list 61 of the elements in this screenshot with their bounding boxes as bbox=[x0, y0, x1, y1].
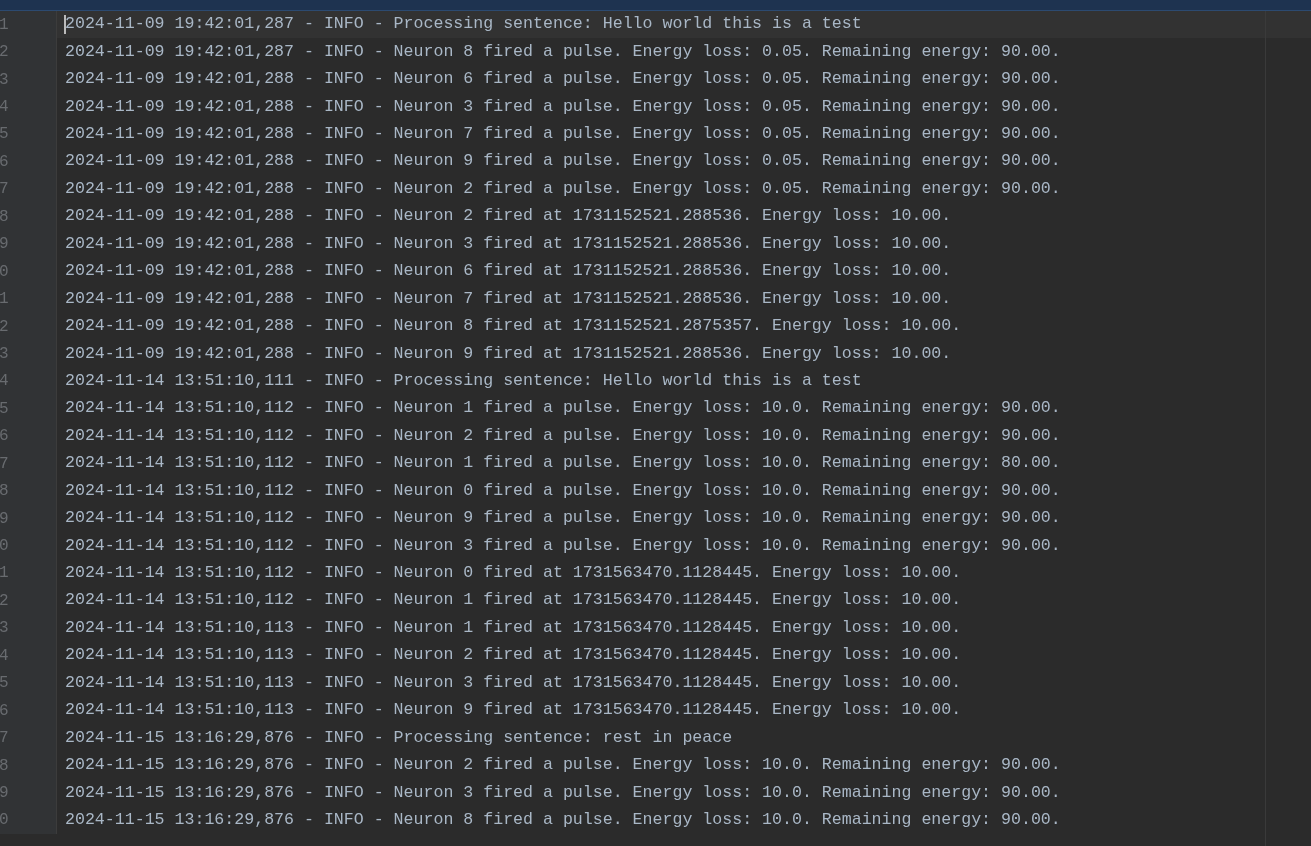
log-line: 2024-11-09 19:42:01,288 - INFO - Neuron 2 fired at 1731152521.288536. Energy loss: 10.00. bbox=[65, 205, 952, 228]
line-number: 5 bbox=[0, 673, 9, 695]
line-number: 9 bbox=[0, 234, 9, 256]
line-number: 3 bbox=[0, 343, 9, 365]
line-number: 2 bbox=[0, 316, 9, 338]
line-number: 0 bbox=[0, 810, 9, 832]
log-line: 2024-11-09 19:42:01,288 - INFO - Neuron 3 fired at 1731152521.288536. Energy loss: 10.00. bbox=[65, 232, 952, 255]
line-number: 3 bbox=[0, 69, 9, 91]
line-number: 8 bbox=[0, 206, 9, 228]
log-line: 2024-11-15 13:16:29,876 - INFO - Neuron 3 fired a pulse. Energy loss: 10.0. Remaining energy: 90.00. bbox=[65, 781, 1061, 804]
line-number: 6 bbox=[0, 700, 9, 722]
text-caret bbox=[64, 15, 66, 35]
log-line: 2024-11-09 19:42:01,288 - INFO - Neuron 7 fired at 1731152521.288536. Energy loss: 10.00. bbox=[65, 287, 952, 310]
line-number: 5 bbox=[0, 398, 9, 420]
line-number: 1 bbox=[0, 14, 9, 36]
log-line: 2024-11-14 13:51:10,112 - INFO - Neuron 2 fired a pulse. Energy loss: 10.0. Remaining energy: 90.00. bbox=[65, 424, 1061, 447]
line-number: 2 bbox=[0, 590, 9, 612]
line-number: 3 bbox=[0, 618, 9, 640]
line-number: 2 bbox=[0, 42, 9, 64]
log-line: 2024-11-14 13:51:10,112 - INFO - Neuron 3 fired a pulse. Energy loss: 10.0. Remaining energy: 90.00. bbox=[65, 534, 1061, 557]
line-number: 7 bbox=[0, 179, 9, 201]
line-number: 1 bbox=[0, 289, 9, 311]
log-line: 2024-11-09 19:42:01,288 - INFO - Neuron 9 fired at 1731152521.288536. Energy loss: 10.00. bbox=[65, 342, 952, 365]
line-number: 9 bbox=[0, 782, 9, 804]
log-line: 2024-11-14 13:51:10,112 - INFO - Neuron 1 fired a pulse. Energy loss: 10.0. Remaining energy: 90.00. bbox=[65, 397, 1061, 420]
log-line: 2024-11-14 13:51:10,111 - INFO - Processing sentence: Hello world this is a test bbox=[65, 369, 862, 392]
log-line: 2024-11-14 13:51:10,112 - INFO - Neuron 1 fired a pulse. Energy loss: 10.0. Remaining energy: 80.00. bbox=[65, 452, 1061, 475]
log-line: 2024-11-14 13:51:10,113 - INFO - Neuron 3 fired at 1731563470.1128445. Energy loss: 10.00. bbox=[65, 671, 962, 694]
log-line: 2024-11-09 19:42:01,288 - INFO - Neuron 9 fired a pulse. Energy loss: 0.05. Remaining energy: 90.00. bbox=[65, 150, 1061, 173]
log-line: 2024-11-14 13:51:10,112 - INFO - Neuron 9 fired a pulse. Energy loss: 10.0. Remaining energy: 90.00. bbox=[65, 507, 1061, 530]
line-number: 1 bbox=[0, 563, 9, 585]
line-number: 7 bbox=[0, 453, 9, 475]
log-line: 2024-11-09 19:42:01,288 - INFO - Neuron 3 fired a pulse. Energy loss: 0.05. Remaining energy: 90.00. bbox=[65, 95, 1061, 118]
log-line: 2024-11-09 19:42:01,288 - INFO - Neuron 8 fired at 1731152521.2875357. Energy loss: 10.00. bbox=[65, 315, 962, 338]
log-line: 2024-11-14 13:51:10,113 - INFO - Neuron 9 fired at 1731563470.1128445. Energy loss: 10.00. bbox=[65, 699, 962, 722]
log-line: 2024-11-09 19:42:01,288 - INFO - Neuron 6 fired a pulse. Energy loss: 0.05. Remaining energy: 90.00. bbox=[65, 68, 1061, 91]
line-number: 9 bbox=[0, 508, 9, 530]
line-number: 6 bbox=[0, 426, 9, 448]
log-line: 2024-11-09 19:42:01,287 - INFO - Processing sentence: Hello world this is a test bbox=[65, 13, 862, 36]
log-line: 2024-11-09 19:42:01,288 - INFO - Neuron 2 fired a pulse. Energy loss: 0.05. Remaining energy: 90.00. bbox=[65, 177, 1061, 200]
log-line: 2024-11-09 19:42:01,288 - INFO - Neuron 6 fired at 1731152521.288536. Energy loss: 10.00. bbox=[65, 260, 952, 283]
log-line: 2024-11-15 13:16:29,876 - INFO - Neuron 8 fired a pulse. Energy loss: 10.0. Remaining energy: 90.00. bbox=[65, 808, 1061, 831]
line-number: 4 bbox=[0, 97, 9, 119]
log-line: 2024-11-09 19:42:01,287 - INFO - Neuron 8 fired a pulse. Energy loss: 0.05. Remaining energy: 90.00. bbox=[65, 40, 1061, 63]
line-number: 6 bbox=[0, 151, 9, 173]
line-number: 0 bbox=[0, 261, 9, 283]
log-line: 2024-11-14 13:51:10,113 - INFO - Neuron 1 fired at 1731563470.1128445. Energy loss: 10.00. bbox=[65, 616, 962, 639]
line-number: 4 bbox=[0, 371, 9, 393]
log-line: 2024-11-14 13:51:10,112 - INFO - Neuron 0 fired at 1731563470.1128445. Energy loss: 10.00. bbox=[65, 562, 962, 584]
line-number: 4 bbox=[0, 645, 9, 667]
line-number: 7 bbox=[0, 728, 9, 750]
line-number: 8 bbox=[0, 755, 9, 777]
line-number: 5 bbox=[0, 124, 9, 146]
line-number: 0 bbox=[0, 536, 9, 558]
log-line: 2024-11-14 13:51:10,112 - INFO - Neuron 0 fired a pulse. Energy loss: 10.0. Remaining energy: 90.00. bbox=[65, 479, 1061, 502]
log-line: 2024-11-15 13:16:29,876 - INFO - Neuron 2 fired a pulse. Energy loss: 10.0. Remaining energy: 90.00. bbox=[65, 754, 1061, 777]
log-line: 2024-11-14 13:51:10,112 - INFO - Neuron 1 fired at 1731563470.1128445. Energy loss: 10.00. bbox=[65, 589, 962, 612]
log-line: 2024-11-15 13:16:29,876 - INFO - Processing sentence: rest in peace bbox=[65, 726, 733, 749]
line-number: 8 bbox=[0, 481, 9, 503]
log-line: 2024-11-09 19:42:01,288 - INFO - Neuron 7 fired a pulse. Energy loss: 0.05. Remaining energy: 90.00. bbox=[65, 123, 1061, 145]
log-line: 2024-11-14 13:51:10,113 - INFO - Neuron 2 fired at 1731563470.1128445. Energy loss: 10.00. bbox=[65, 644, 962, 667]
